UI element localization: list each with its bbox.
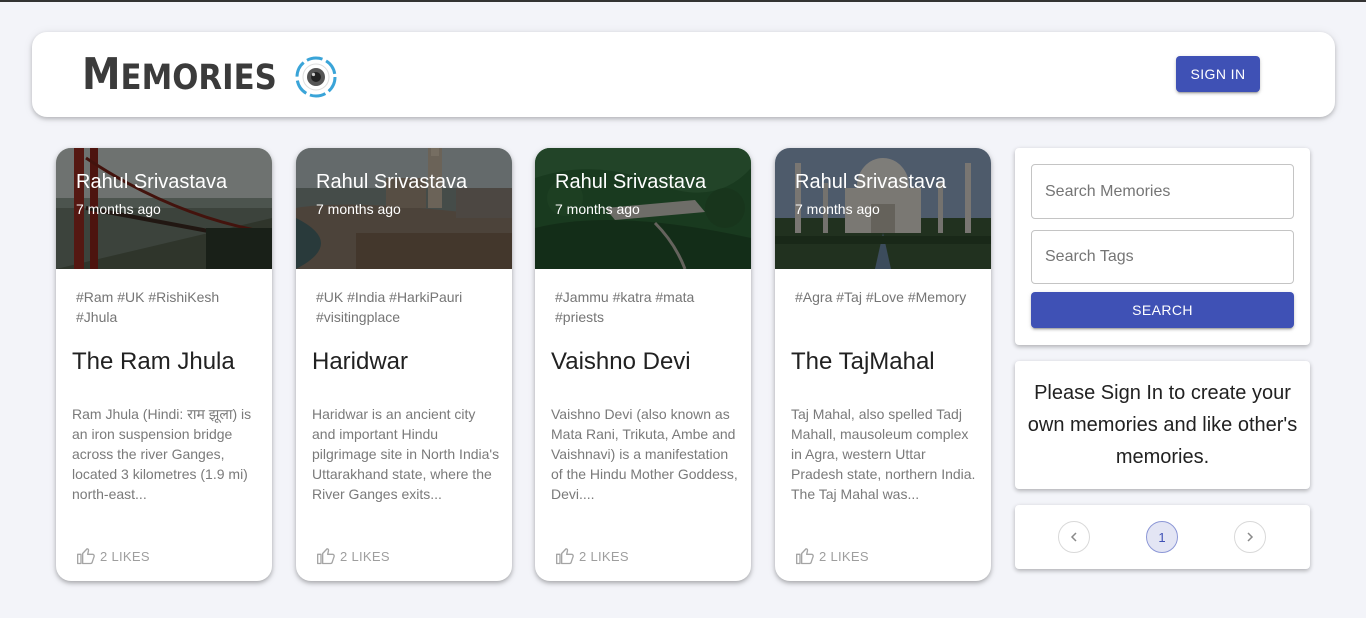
memory-card[interactable]: Rahul Srivastava 7 months ago #Jammu #ka… [535,148,751,581]
post-author: Rahul Srivastava [555,171,707,193]
post-time: 7 months ago [795,201,880,217]
like-button[interactable]: 2 LIKES [795,546,869,566]
sign-in-button[interactable]: SIGN IN [1176,56,1260,92]
page-number-button[interactable]: 1 [1146,521,1178,553]
thumb-up-icon [556,548,574,565]
post-title: The Ram Jhula [72,348,235,375]
like-button[interactable]: 2 LIKES [316,546,390,566]
search-tags-input[interactable] [1031,230,1294,284]
memory-card[interactable]: Rahul Srivastava 7 months ago #Agra #Taj… [775,148,991,581]
post-time: 7 months ago [76,201,161,217]
brand[interactable]: MEMORIES [82,50,338,103]
search-panel: SEARCH [1015,148,1310,345]
post-tags: #Ram #UK #RishiKesh #Jhula [76,289,220,325]
post-tags: #UK #India #HarkiPauri #visitingplace [316,289,463,325]
post-excerpt: Taj Mahal, also spelled Tadj Mahall, mau… [791,406,976,502]
notice-text: Please Sign In to create your own memori… [1027,382,1298,468]
card-image[interactable]: Rahul Srivastava 7 months ago [535,148,751,269]
post-tags: #Jammu #katra #mata #priests [555,289,695,325]
like-count: 2 LIKES [579,548,629,564]
memory-card[interactable]: Rahul Srivastava 7 months ago #UK #India… [296,148,512,581]
post-author: Rahul Srivastava [316,171,468,193]
post-author: Rahul Srivastava [76,171,228,193]
post-excerpt: Ram Jhula (Hindi: राम झूला) is an iron s… [72,406,252,502]
post-excerpt: Vaishno Devi (also known as Mata Rani, T… [551,406,738,502]
brand-title-first: M [82,49,121,100]
pagination: 1 [1015,505,1310,569]
post-author: Rahul Srivastava [795,171,947,193]
like-count: 2 LIKES [100,548,150,564]
previous-page-button[interactable] [1058,521,1090,553]
post-tags: #Agra #Taj #Love #Memory [795,289,967,305]
thumb-up-icon [796,548,814,565]
chevron-left-icon [1070,532,1077,542]
post-time: 7 months ago [555,201,640,217]
brand-title: MEMORIES [82,49,277,103]
sign-in-notice: Please Sign In to create your own memori… [1015,361,1310,489]
brand-title-rest: EMORIES [120,58,277,98]
next-page-button[interactable] [1234,521,1266,553]
card-image[interactable]: Rahul Srivastava 7 months ago [296,148,512,269]
post-excerpt: Haridwar is an ancient city and importan… [312,406,500,502]
like-count: 2 LIKES [340,548,390,564]
memory-card[interactable]: Rahul Srivastava 7 months ago #Ram #UK #… [56,148,272,581]
post-title: The TajMahal [791,348,935,375]
app-bar: MEMORIES SIGN IN [32,32,1335,117]
post-title: Vaishno Devi [551,348,691,375]
camera-lens-icon [295,56,337,97]
thumb-up-icon [317,548,335,565]
thumb-up-icon [77,548,95,565]
chevron-right-icon [1247,532,1254,542]
search-memories-input[interactable] [1031,164,1294,219]
card-image[interactable]: Rahul Srivastava 7 months ago [775,148,991,269]
post-time: 7 months ago [316,201,401,217]
like-count: 2 LIKES [819,548,869,564]
like-button[interactable]: 2 LIKES [555,546,629,566]
like-button[interactable]: 2 LIKES [76,546,150,566]
post-title: Haridwar [312,348,409,375]
card-image[interactable]: Rahul Srivastava 7 months ago [56,148,272,269]
search-button[interactable]: SEARCH [1031,292,1294,328]
